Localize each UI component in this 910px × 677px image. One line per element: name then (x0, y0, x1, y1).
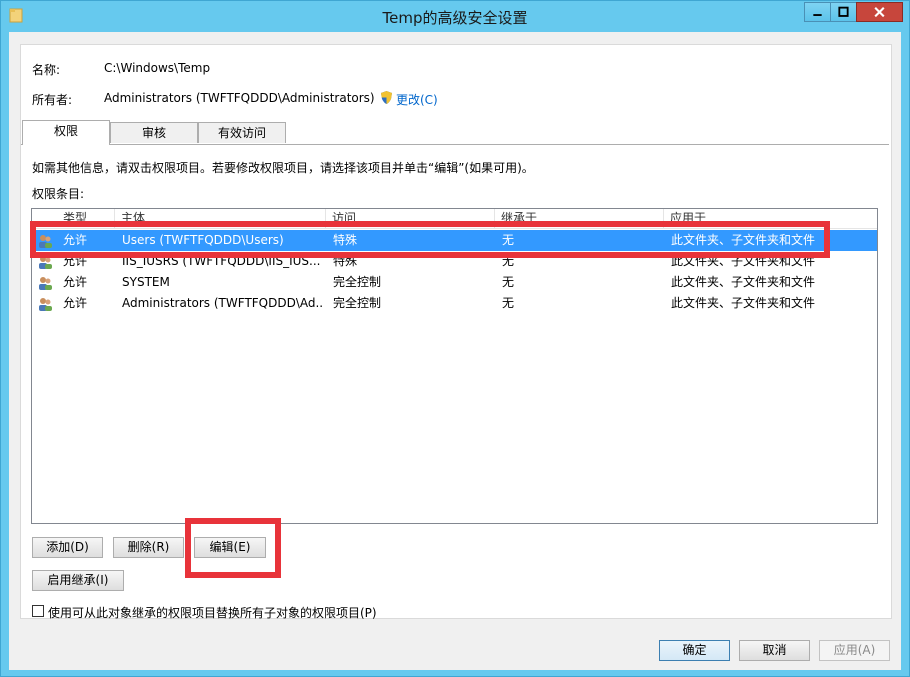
row-principal: Administrators (TWFTFQDDD\Ad... (122, 296, 322, 310)
tab-permissions[interactable]: 权限 (22, 120, 110, 145)
owner-label: 所有者: (32, 93, 73, 107)
row-applies: 此文件夹、子文件夹和文件 (671, 275, 816, 289)
permission-entries-label: 权限条目: (32, 187, 85, 201)
maximize-button[interactable] (830, 2, 857, 22)
users-icon (39, 256, 52, 269)
permission-entries-list[interactable]: 类型 主体 访问 继承于 应用于 允许 Users (TWFTFQDDD\Use… (31, 208, 878, 524)
row-principal: SYSTEM (122, 275, 170, 289)
row-access: 特殊 (333, 254, 358, 268)
column-applies-to[interactable]: 应用于 (664, 209, 877, 228)
dialog-window: Temp的高级安全设置 名称: C:\Windows\Temp 所有者: Adm… (0, 0, 910, 677)
row-inherited: 无 (502, 254, 515, 268)
close-icon (874, 7, 885, 18)
replace-child-permissions-checkbox[interactable] (32, 605, 44, 617)
row-access: 完全控制 (333, 275, 382, 289)
change-owner-link[interactable]: 更改(C) (396, 91, 438, 108)
row-applies: 此文件夹、子文件夹和文件 (671, 254, 816, 268)
ok-button[interactable]: 确定 (659, 640, 730, 661)
remove-button[interactable]: 删除(R) (113, 537, 184, 558)
row-access: 特殊 (333, 233, 358, 247)
row-access: 完全控制 (333, 296, 382, 310)
tab-divider (21, 144, 889, 145)
column-inherited-from[interactable]: 继承于 (495, 209, 664, 228)
column-principal[interactable]: 主体 (115, 209, 326, 228)
enable-inheritance-button[interactable]: 启用继承(I) (32, 570, 124, 591)
row-inherited: 无 (502, 275, 515, 289)
name-value: C:\Windows\Temp (104, 61, 211, 75)
tab-effective-access[interactable]: 有效访问 (198, 122, 286, 143)
tab-auditing[interactable]: 审核 (110, 122, 198, 143)
row-type: 允许 (63, 275, 88, 289)
row-principal: Users (TWFTFQDDD\Users) (122, 233, 284, 247)
row-type: 允许 (63, 296, 88, 310)
minimize-button[interactable] (804, 2, 831, 22)
column-type[interactable]: 类型 (57, 209, 115, 228)
users-icon (39, 235, 52, 248)
users-icon (39, 298, 52, 311)
row-inherited: 无 (502, 296, 515, 310)
row-principal: IIS_IUSRS (TWFTFQDDD\IIS_IUS... (122, 254, 321, 268)
row-applies: 此文件夹、子文件夹和文件 (671, 233, 816, 247)
name-label: 名称: (32, 63, 61, 77)
info-text: 如需其他信息，请双击权限项目。若要修改权限项目，请选择该项目并单击“编辑”(如果… (32, 161, 534, 175)
table-row[interactable]: 允许 SYSTEM 完全控制 无 此文件夹、子文件夹和文件 (32, 272, 877, 293)
apply-button[interactable]: 应用(A) (819, 640, 890, 661)
replace-child-permissions-label[interactable]: 使用可从此对象继承的权限项目替换所有子对象的权限项目(P) (48, 604, 377, 621)
row-inherited: 无 (502, 233, 515, 247)
row-applies: 此文件夹、子文件夹和文件 (671, 296, 816, 310)
maximize-icon (838, 6, 849, 17)
users-icon (39, 277, 52, 290)
dialog-client-area: 名称: C:\Windows\Temp 所有者: Administrators … (9, 32, 901, 670)
row-type: 允许 (63, 254, 88, 268)
row-type: 允许 (63, 233, 88, 247)
cancel-button[interactable]: 取消 (739, 640, 810, 661)
add-button[interactable]: 添加(D) (32, 537, 103, 558)
list-header: 类型 主体 访问 继承于 应用于 (32, 209, 877, 229)
window-title: Temp的高级安全设置 (382, 9, 528, 27)
edit-button[interactable]: 编辑(E) (194, 537, 266, 558)
column-access[interactable]: 访问 (326, 209, 495, 228)
minimize-icon (813, 14, 822, 16)
uac-shield-icon (381, 91, 392, 104)
table-row[interactable]: 允许 Administrators (TWFTFQDDD\Ad... 完全控制 … (32, 293, 877, 314)
close-button[interactable] (856, 2, 903, 22)
owner-value: Administrators (TWFTFQDDD\Administrators… (104, 91, 375, 105)
title-bar[interactable]: Temp的高级安全设置 (1, 1, 909, 32)
table-row[interactable]: 允许 Users (TWFTFQDDD\Users) 特殊 无 此文件夹、子文件… (32, 230, 877, 251)
table-row[interactable]: 允许 IIS_IUSRS (TWFTFQDDD\IIS_IUS... 特殊 无 … (32, 251, 877, 272)
